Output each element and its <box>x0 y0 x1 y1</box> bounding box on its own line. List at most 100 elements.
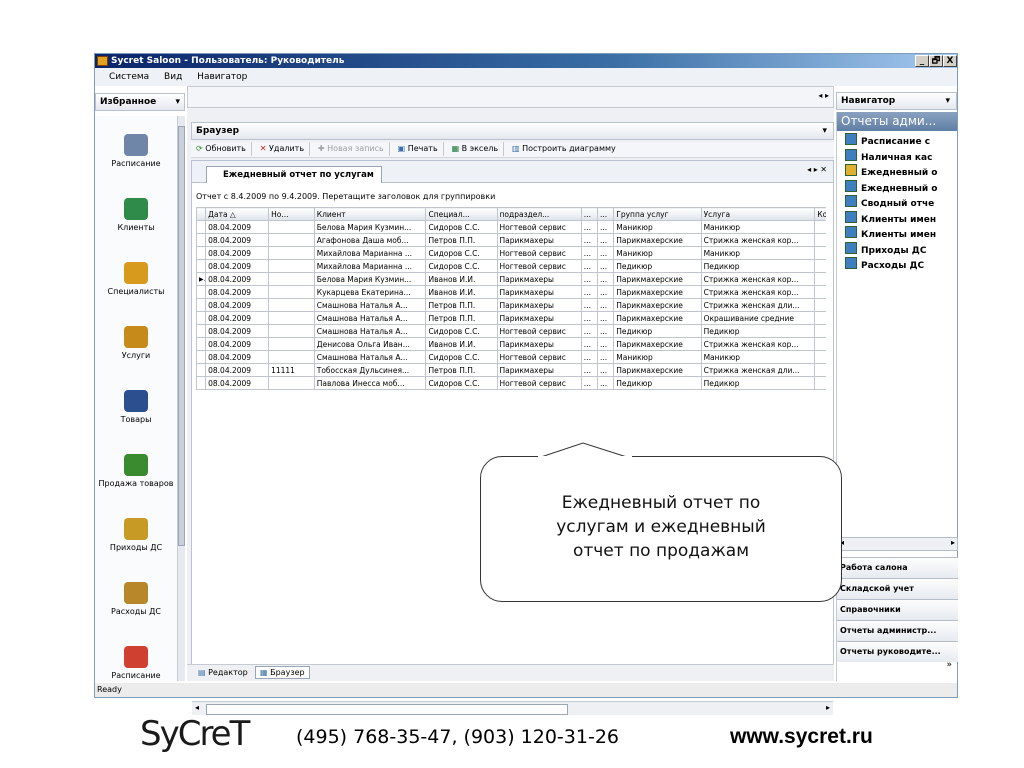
services-book-icon <box>124 326 148 348</box>
chevron-down-icon[interactable]: ▾ <box>822 123 827 139</box>
table-row[interactable]: ▶ 08.04.2009 Белова Мария Кузмин... Иванов … <box>196 272 826 286</box>
column-header[interactable]: Но... <box>268 207 315 221</box>
table-row[interactable]: 08.04.2009 Смашнова Наталья А... Сидоров С… <box>196 324 826 338</box>
row-selector[interactable] <box>196 324 207 338</box>
report-tree-item[interactable]: Ежедневный о <box>845 179 957 196</box>
nav-item[interactable]: Расписание <box>95 646 177 680</box>
report-tree-item[interactable]: Ежедневный о <box>845 164 957 180</box>
chevron-down-icon[interactable]: ▾ <box>945 93 950 109</box>
report-tree-item[interactable]: Расходы ДС <box>845 257 957 273</box>
row-selector[interactable] <box>196 311 207 325</box>
nav-item[interactable]: Товары <box>95 390 177 424</box>
navigator-header[interactable]: Навигатор ▾ <box>836 92 957 110</box>
navigator-hscrollbar[interactable]: ◂ ▸ <box>837 537 958 551</box>
report-tree-item[interactable]: Клиенты имен <box>845 210 957 227</box>
tab-browser[interactable]: ▦ Браузер <box>255 666 310 679</box>
menu-navigator[interactable]: Навигатор <box>191 68 253 86</box>
h-scroll-thumb[interactable] <box>206 704 568 715</box>
chevron-down-icon[interactable]: ▾ <box>175 94 180 110</box>
row-selector[interactable] <box>196 337 207 351</box>
report-tree-item[interactable]: Расписание с <box>845 133 957 149</box>
tab-scroll-arrows-icon[interactable]: ◂ ▸ <box>818 91 829 100</box>
favorites-header[interactable]: Избранное ▾ <box>95 93 185 111</box>
tab-editor[interactable]: ▤ Редактор <box>195 667 251 678</box>
report-tree-item[interactable]: Сводный отче <box>845 195 957 211</box>
table-cell: Сидоров С.С. <box>425 324 498 338</box>
report-tree-item[interactable]: Приходы ДС <box>845 241 957 258</box>
print-button[interactable]: ▣ Печать <box>393 142 444 156</box>
column-header[interactable]: ... <box>580 207 599 221</box>
column-header[interactable]: подраздел... <box>496 207 582 221</box>
footer-website[interactable]: www.sycret.ru <box>730 724 930 750</box>
row-selector[interactable] <box>196 376 207 390</box>
nav-item[interactable]: Расписание <box>95 134 177 168</box>
row-selector[interactable] <box>196 233 207 247</box>
bottom-tabs: ▤ Редактор ▦ Браузер <box>187 664 834 681</box>
row-selector[interactable] <box>196 363 207 377</box>
table-row[interactable]: 08.04.2009 Михайлова Марианна ... Сидоров … <box>196 246 826 260</box>
row-selector[interactable] <box>196 246 207 260</box>
new-record-button[interactable]: ✚ Новая запись <box>313 142 390 156</box>
more-groups-icon[interactable]: » <box>837 660 958 678</box>
nav-item[interactable]: Специалисты <box>95 262 177 296</box>
nav-item[interactable]: Услуги <box>95 326 177 360</box>
table-row[interactable]: 08.04.2009 Смашнова Наталья А... Сидоров С… <box>196 350 826 364</box>
footer-phones: (495) 768-35-47, (903) 120-31-26 <box>296 726 619 748</box>
table-row[interactable]: 08.04.2009 Белова Мария Кузмин... Сидоров … <box>196 220 826 234</box>
delete-button[interactable]: ✕ Удалить <box>255 142 311 156</box>
callout-line-1: Ежедневный отчет по <box>561 493 761 513</box>
table-row[interactable]: 08.04.2009 Смашнова Наталья А... Петров П.… <box>196 311 826 325</box>
table-cell <box>814 259 826 273</box>
row-selector[interactable] <box>196 220 207 234</box>
nav-item[interactable]: Расходы ДС <box>95 582 177 616</box>
table-row[interactable]: 08.04.2009 Павлова Инесса моб... Сидоров С… <box>196 376 826 390</box>
build-chart-button[interactable]: ▥ Построить диаграмму <box>507 142 621 156</box>
row-selector[interactable] <box>196 350 207 364</box>
column-header[interactable]: Группа услуг <box>613 207 702 221</box>
scroll-left-icon[interactable]: ◂ <box>195 703 199 712</box>
table-row[interactable]: 08.04.2009 Агафонова Даша моб... Петров П.… <box>196 233 826 247</box>
report-tree-item[interactable]: Наличная кас <box>845 148 957 165</box>
navigator-group-button[interactable]: Работа салона <box>837 557 958 578</box>
column-header[interactable]: Специал... <box>425 207 498 221</box>
row-selector[interactable]: ▶ <box>196 272 207 286</box>
navigator-group-button[interactable]: Складской учет <box>837 578 958 599</box>
tab-close-icon[interactable]: ✕ <box>820 165 827 174</box>
navigator-group-button[interactable]: Отчеты администр... <box>837 620 958 641</box>
row-selector[interactable] <box>196 285 207 299</box>
navigator-group-button[interactable]: Отчеты руководите... <box>837 641 958 662</box>
minimize-button[interactable]: _ <box>915 55 929 67</box>
column-header[interactable]: ... <box>597 207 615 221</box>
table-row[interactable]: 08.04.2009 Кукарцева Екатерина... Иванов И… <box>196 285 826 299</box>
table-cell <box>814 376 826 390</box>
scroll-right-icon[interactable]: ▸ <box>826 703 830 712</box>
tab-arrows-icon[interactable]: ◂ ▸ <box>807 165 818 174</box>
column-header[interactable]: Клиент <box>313 207 427 221</box>
menu-system[interactable]: Система <box>103 68 155 86</box>
row-selector[interactable] <box>196 259 207 273</box>
scroll-thumb[interactable] <box>178 126 185 546</box>
nav-item[interactable]: Клиенты <box>95 198 177 232</box>
table-row[interactable]: 08.04.2009 Михайлова Марианна ... Сидоров … <box>196 259 826 273</box>
column-header[interactable]: Кол-в <box>814 207 826 221</box>
horizontal-scrollbar[interactable]: ◂ ▸ <box>192 701 833 715</box>
refresh-button[interactable]: ⟳ Обновить <box>191 142 252 156</box>
report-tree-item[interactable]: Клиенты имен <box>845 226 957 242</box>
favorites-scrollbar[interactable] <box>177 116 185 681</box>
close-button[interactable]: X <box>943 55 957 67</box>
row-selector[interactable] <box>196 298 207 312</box>
table-row[interactable]: 08.04.2009 Смашнова Наталья А... Петров П.… <box>196 298 826 312</box>
table-row[interactable]: 08.04.2009 11111 Тобосская Дульсинея... Пет… <box>196 363 826 377</box>
navigator-group-button[interactable]: Справочники <box>837 599 958 620</box>
column-header[interactable]: Дата △ <box>205 207 270 221</box>
maximize-button[interactable]: 🗗 <box>929 55 943 67</box>
menu-view[interactable]: Вид <box>158 68 188 86</box>
tab-daily-services-report[interactable]: Ежедневный отчет по услугам <box>206 166 382 183</box>
nav-item[interactable]: Приходы ДС <box>95 518 177 552</box>
export-excel-button[interactable]: ▦ В эксель <box>447 142 505 156</box>
scroll-right-icon[interactable]: ▸ <box>951 538 955 547</box>
nav-item[interactable]: Продажа товаров <box>95 454 177 488</box>
table-row[interactable]: 08.04.2009 Денисова Ольга Иван... Иванов И… <box>196 337 826 351</box>
column-header[interactable]: Услуга <box>700 207 816 221</box>
table-cell: 08.04.2009 <box>205 363 270 377</box>
